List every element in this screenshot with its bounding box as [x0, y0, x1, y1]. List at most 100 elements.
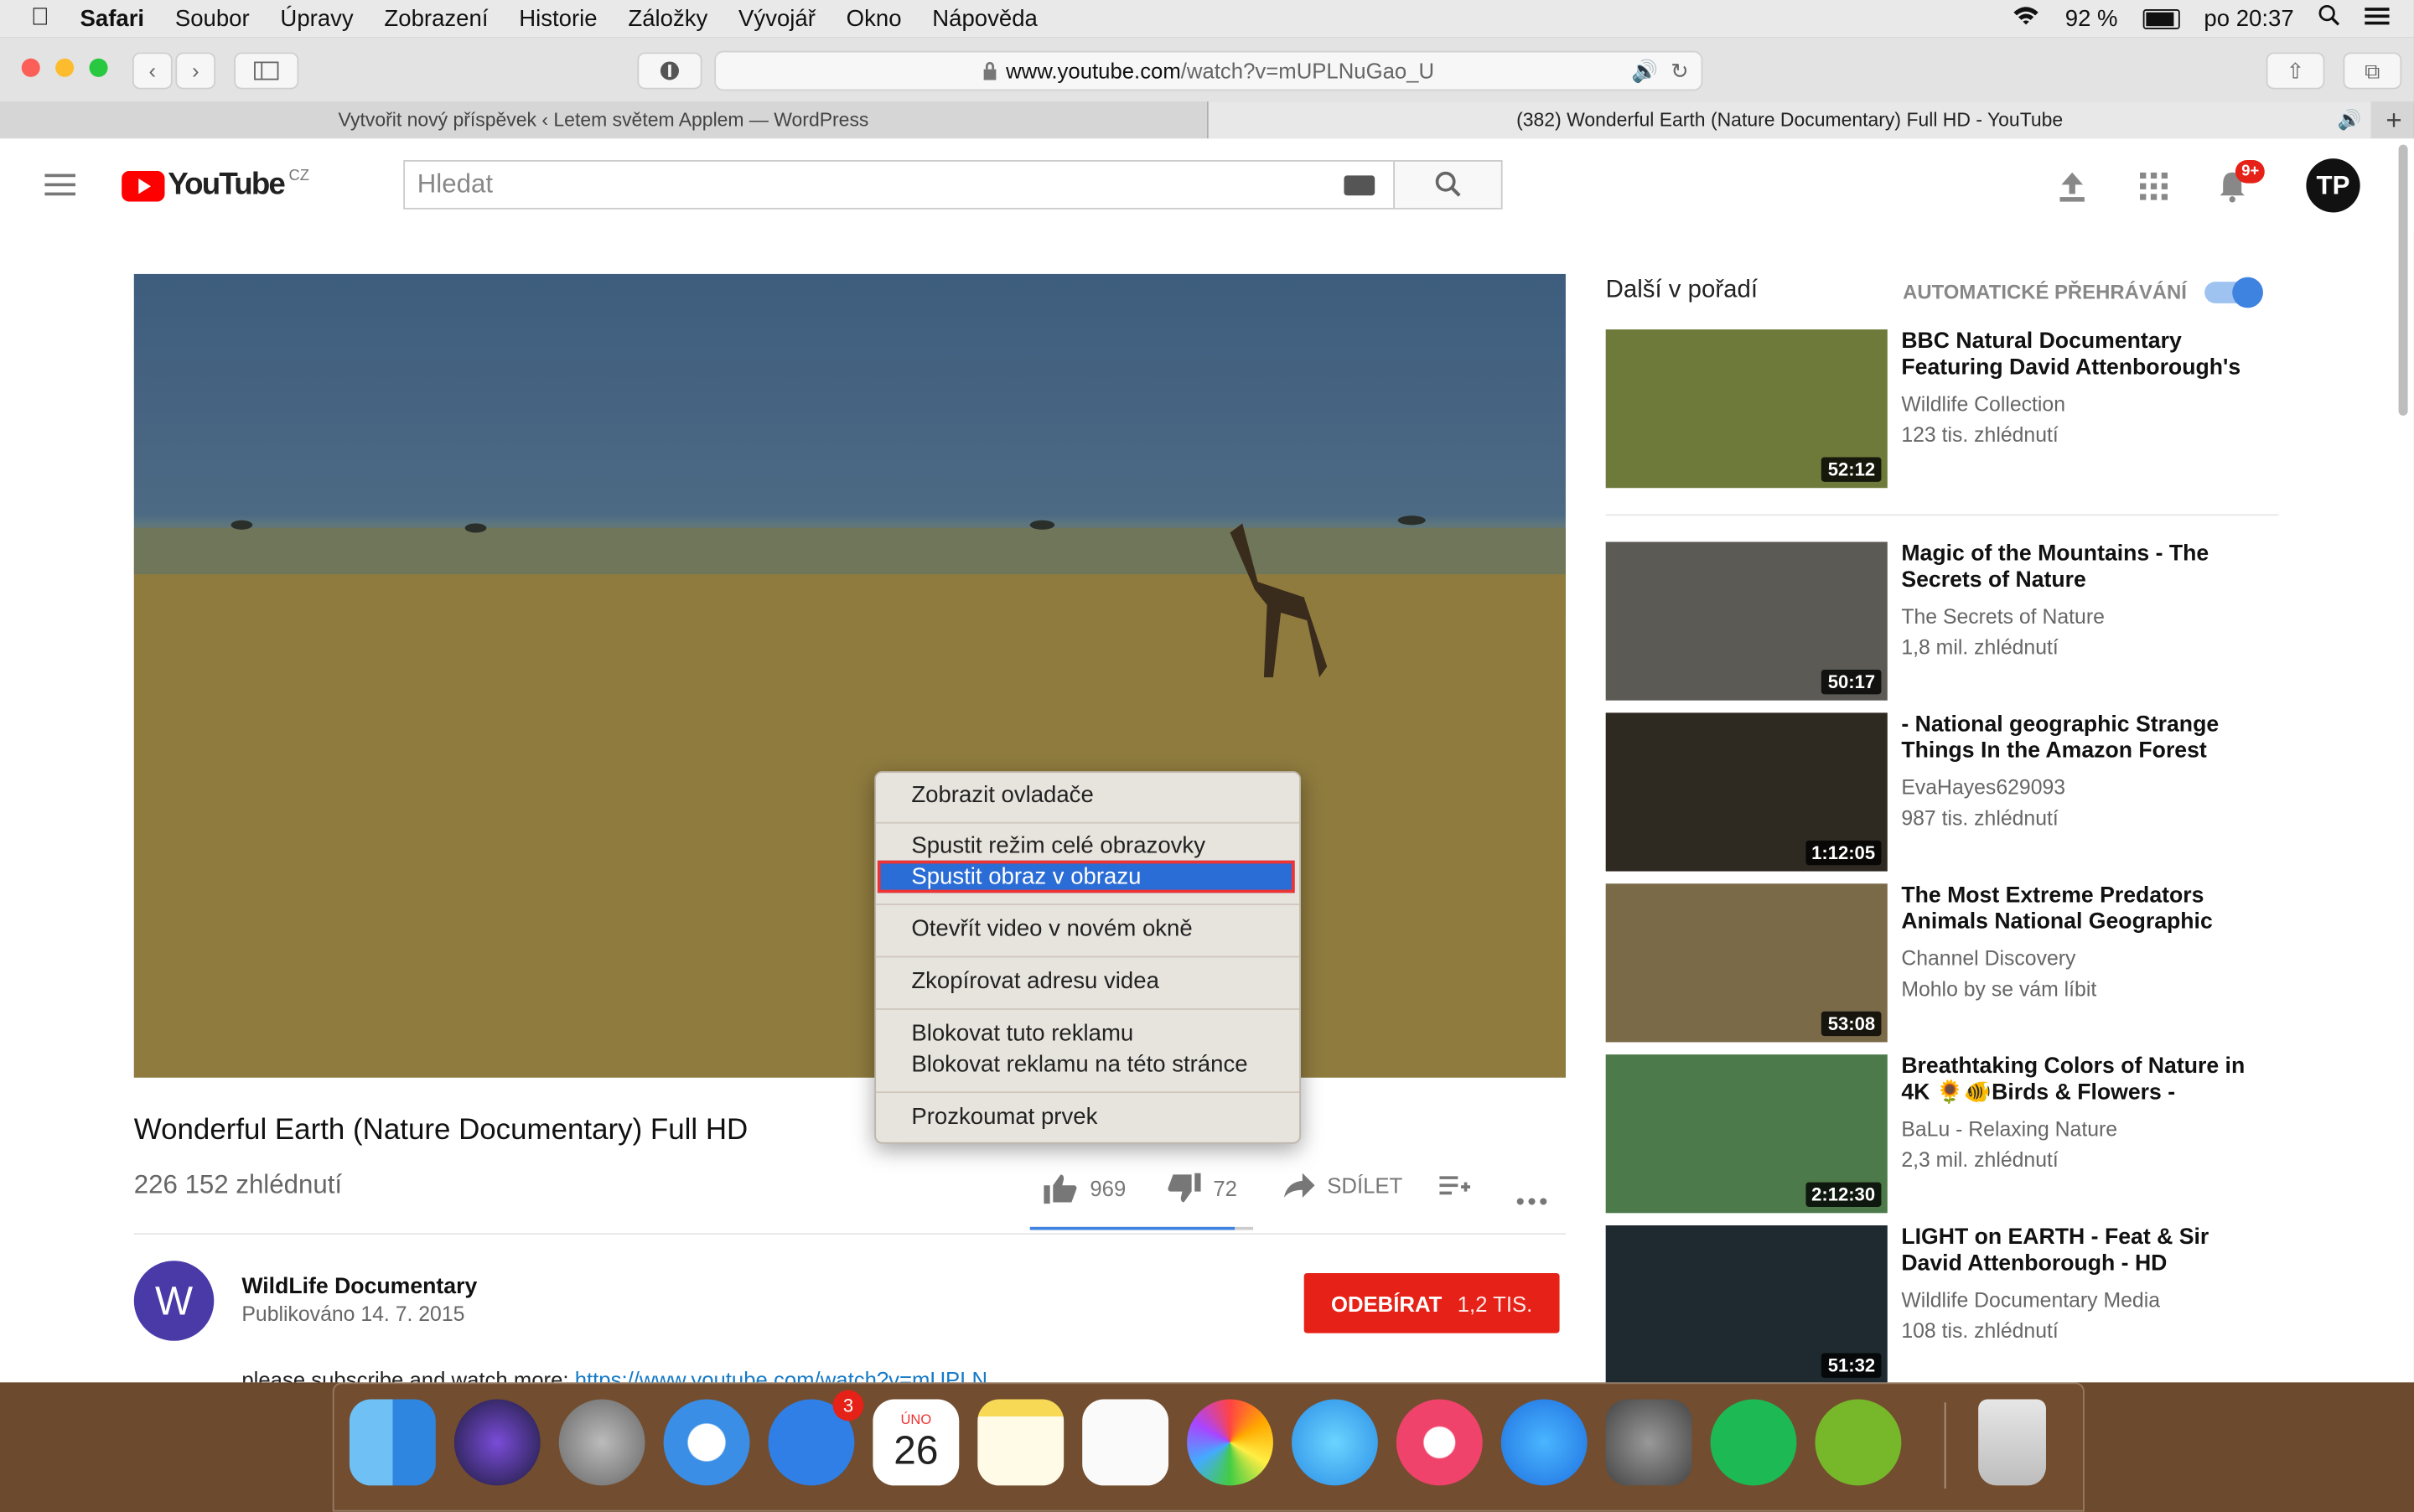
- back-button[interactable]: ‹: [132, 52, 173, 90]
- subscribe-button[interactable]: ODEBÍRAT 1,2 TIS.: [1303, 1272, 1560, 1333]
- hamburger-menu-icon[interactable]: [44, 173, 75, 205]
- avatar[interactable]: TP: [2306, 158, 2360, 213]
- apple-icon[interactable]: : [31, 5, 49, 33]
- search-button[interactable]: [1393, 160, 1503, 210]
- menu-block-this-ad[interactable]: Blokovat tuto reklamu: [911, 1021, 1133, 1047]
- video-player[interactable]: [133, 273, 1566, 1078]
- tab-overview-button[interactable]: ⧉: [2343, 52, 2402, 90]
- battery-icon[interactable]: [2142, 8, 2180, 28]
- utorrent-icon[interactable]: [1815, 1399, 1902, 1486]
- recommended-title[interactable]: LIGHT on EARTH - Feat & Sir David Attenb…: [1901, 1225, 2255, 1277]
- notes-icon[interactable]: [977, 1399, 1065, 1486]
- more-actions-icon[interactable]: [1516, 1185, 1547, 1213]
- spotlight-icon[interactable]: [2318, 4, 2340, 33]
- sidebar-toggle-button[interactable]: [234, 52, 299, 90]
- menu-app-name[interactable]: Safari: [80, 5, 145, 31]
- search-placeholder: Hledat: [417, 169, 494, 199]
- battery-percent[interactable]: 92 %: [2065, 5, 2118, 31]
- like-button[interactable]: 969: [1044, 1173, 1126, 1204]
- share-label: SDÍLET: [1327, 1173, 1403, 1198]
- video-thumbnail[interactable]: 1:12:05: [1605, 712, 1888, 872]
- recommended-title[interactable]: Breathtaking Colors of Nature in 4K 🌻🐠Bi…: [1901, 1054, 2255, 1106]
- close-window-button[interactable]: [21, 58, 40, 77]
- menu-inspect-element[interactable]: Prozkoumat prvek: [911, 1104, 1097, 1130]
- recommended-video[interactable]: 51:32 LIGHT on EARTH - Feat & Sir David …: [1605, 1225, 2283, 1383]
- menu-enter-fullscreen[interactable]: Spustit režim celé obrazovky: [911, 833, 1205, 859]
- calendar-icon[interactable]: ÚNO 26: [873, 1399, 960, 1486]
- siri-icon[interactable]: [453, 1399, 541, 1486]
- tab-wordpress[interactable]: Vytvořit nový příspěvek ‹ Letem světem A…: [0, 101, 1209, 139]
- menu-edit[interactable]: Úpravy: [280, 5, 353, 31]
- share-button[interactable]: ⇧: [2266, 52, 2325, 90]
- new-tab-button[interactable]: +: [2374, 101, 2414, 138]
- video-thumbnail[interactable]: 53:08: [1605, 883, 1888, 1043]
- tab-audio-icon[interactable]: 🔊: [2338, 108, 2362, 132]
- channel-avatar[interactable]: W: [133, 1261, 215, 1341]
- apps-grid-icon[interactable]: [2140, 172, 2168, 208]
- recommended-title[interactable]: Magic of the Mountains - The Secrets of …: [1901, 542, 2255, 594]
- zoom-window-button[interactable]: [89, 58, 108, 77]
- photos-icon[interactable]: [1187, 1399, 1273, 1486]
- menu-develop[interactable]: Vývojář: [738, 5, 816, 31]
- recommended-video[interactable]: 53:08 The Most Extreme Predators Animals…: [1605, 883, 2283, 1043]
- menu-block-ads-on-page[interactable]: Blokovat reklamu na této stránce: [911, 1051, 1247, 1077]
- reload-icon[interactable]: ↻: [1671, 58, 1689, 84]
- system-preferences-icon[interactable]: [1605, 1399, 1692, 1486]
- recommended-video[interactable]: 50:17 Magic of the Mountains - The Secre…: [1605, 541, 2283, 702]
- menu-open-video-new-window[interactable]: Otevřít video v novém okně: [911, 916, 1192, 942]
- keyboard-icon[interactable]: [1344, 175, 1375, 196]
- trash-icon[interactable]: [1978, 1399, 2046, 1486]
- tab-youtube[interactable]: (382) Wonderful Earth (Nature Documentar…: [1208, 101, 2371, 139]
- finder-icon[interactable]: [349, 1399, 436, 1486]
- recommended-title[interactable]: The Most Extreme Predators Animals Natio…: [1901, 883, 2255, 935]
- video-thumbnail[interactable]: 52:12: [1605, 329, 1888, 489]
- reminders-icon[interactable]: [1082, 1399, 1169, 1486]
- audio-playing-icon[interactable]: 🔊: [1631, 58, 1658, 84]
- page-scrollbar[interactable]: [2398, 144, 2408, 416]
- address-bar[interactable]: www.youtube.com/watch?v=mUPLNuGao_U 🔊 ↻: [714, 50, 1703, 91]
- launchpad-icon[interactable]: [558, 1399, 645, 1486]
- messages-icon[interactable]: [1291, 1399, 1378, 1486]
- itunes-icon[interactable]: [1396, 1399, 1483, 1486]
- video-thumbnail[interactable]: 51:32: [1605, 1225, 1888, 1383]
- menu-help[interactable]: Nápověda: [932, 5, 1038, 31]
- wifi-icon[interactable]: [2013, 5, 2040, 33]
- safari-icon[interactable]: [663, 1399, 750, 1486]
- privacy-report-button[interactable]: [637, 52, 702, 90]
- recommended-video[interactable]: 2:12:30 Breathtaking Colors of Nature in…: [1605, 1054, 2283, 1214]
- menu-view[interactable]: Zobrazení: [384, 5, 488, 31]
- notification-center-icon[interactable]: [2365, 5, 2390, 31]
- recommended-title[interactable]: - National geographic Strange Things In …: [1901, 712, 2255, 764]
- clock[interactable]: po 20:37: [2204, 5, 2293, 31]
- video-duration: 52:12: [1821, 457, 1882, 482]
- spotify-icon[interactable]: [1710, 1399, 1797, 1486]
- recommended-video[interactable]: 52:12 BBC Natural Documentary Featuring …: [1605, 329, 2283, 489]
- recommended-video[interactable]: 1:12:05 - National geographic Strange Th…: [1605, 712, 2283, 873]
- forward-button[interactable]: ›: [175, 52, 216, 90]
- description-link[interactable]: https://www.youtube.com/watch?v=mUPLN: [575, 1367, 987, 1382]
- menu-bookmarks[interactable]: Záložky: [628, 5, 707, 31]
- mail-badge: 3: [832, 1390, 864, 1421]
- url-domain: www.youtube.com: [1006, 58, 1181, 84]
- upload-icon[interactable]: [2059, 169, 2086, 211]
- menu-history[interactable]: Historie: [519, 5, 597, 31]
- search-input[interactable]: Hledat: [403, 160, 1396, 210]
- youtube-logo[interactable]: YouTube CZ: [122, 168, 309, 203]
- share-arrow-icon: [1283, 1173, 1315, 1198]
- channel-name[interactable]: WildLife Documentary: [241, 1275, 477, 1299]
- menu-window[interactable]: Okno: [847, 5, 902, 31]
- share-video-button[interactable]: SDÍLET: [1283, 1173, 1403, 1198]
- app-store-icon[interactable]: [1500, 1399, 1588, 1486]
- menu-show-controls[interactable]: Zobrazit ovladače: [911, 782, 1093, 808]
- spark-mail-icon[interactable]: 3: [768, 1390, 864, 1486]
- menu-copy-video-address[interactable]: Zkopírovat adresu videa: [911, 968, 1159, 994]
- dislike-button[interactable]: 72: [1167, 1173, 1237, 1204]
- video-thumbnail[interactable]: 2:12:30: [1605, 1054, 1888, 1214]
- video-thumbnail[interactable]: 50:17: [1605, 541, 1888, 701]
- add-to-playlist-icon[interactable]: [1439, 1176, 1471, 1205]
- minimize-window-button[interactable]: [55, 58, 75, 77]
- recommended-title[interactable]: BBC Natural Documentary Featuring David …: [1901, 329, 2255, 381]
- menu-picture-in-picture[interactable]: Spustit obraz v obrazu: [911, 863, 1141, 889]
- menu-file[interactable]: Soubor: [175, 5, 250, 31]
- autoplay-toggle[interactable]: [2204, 277, 2263, 308]
